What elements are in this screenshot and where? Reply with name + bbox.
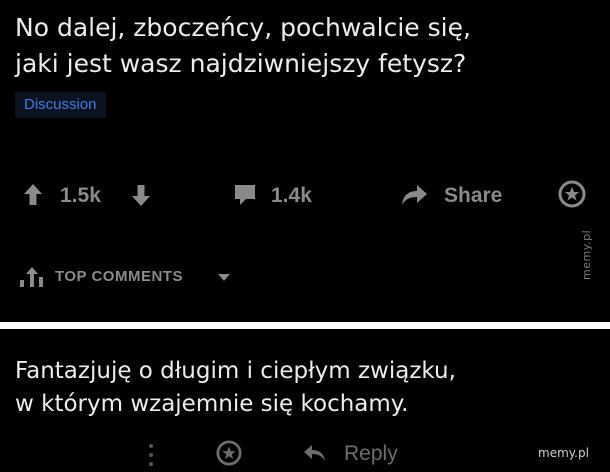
sort-label[interactable]: TOP COMMENTS <box>55 267 183 287</box>
comment-award-icon[interactable] <box>216 440 242 466</box>
more-icon[interactable] <box>147 442 155 468</box>
post-flair[interactable]: Discussion <box>15 92 106 118</box>
watermark-corner: memy.pl <box>538 446 589 460</box>
share-icon[interactable] <box>400 183 428 207</box>
sort-icon[interactable] <box>18 266 46 288</box>
vote-count: 1.5k <box>60 184 101 207</box>
comment-line-2: w którym wzajemnie się kochamy. <box>15 391 409 417</box>
comment-icon[interactable] <box>233 183 257 207</box>
comment-line-1: Fantazjuję o długim i ciepłym związku, <box>15 358 456 384</box>
upvote-icon[interactable] <box>23 183 43 207</box>
comment-count: 1.4k <box>271 184 312 207</box>
share-button[interactable]: Share <box>444 184 502 208</box>
chevron-down-icon[interactable] <box>217 273 231 283</box>
post-title-line-1: No dalej, zboczeńcy, pochwalcie się, <box>15 13 471 42</box>
comment-body: Fantazjuję o długim i ciepłym związku, w… <box>15 355 595 421</box>
reply-icon[interactable] <box>302 443 326 463</box>
downvote-icon[interactable] <box>131 183 151 207</box>
post-title[interactable]: No dalej, zboczeńcy, pochwalcie się, jak… <box>15 10 575 82</box>
post-title-line-2: jaki jest wasz najdziwniejszy fetysz? <box>15 49 467 78</box>
watermark-side: memy.pl <box>580 229 593 280</box>
reply-button[interactable]: Reply <box>344 441 398 467</box>
